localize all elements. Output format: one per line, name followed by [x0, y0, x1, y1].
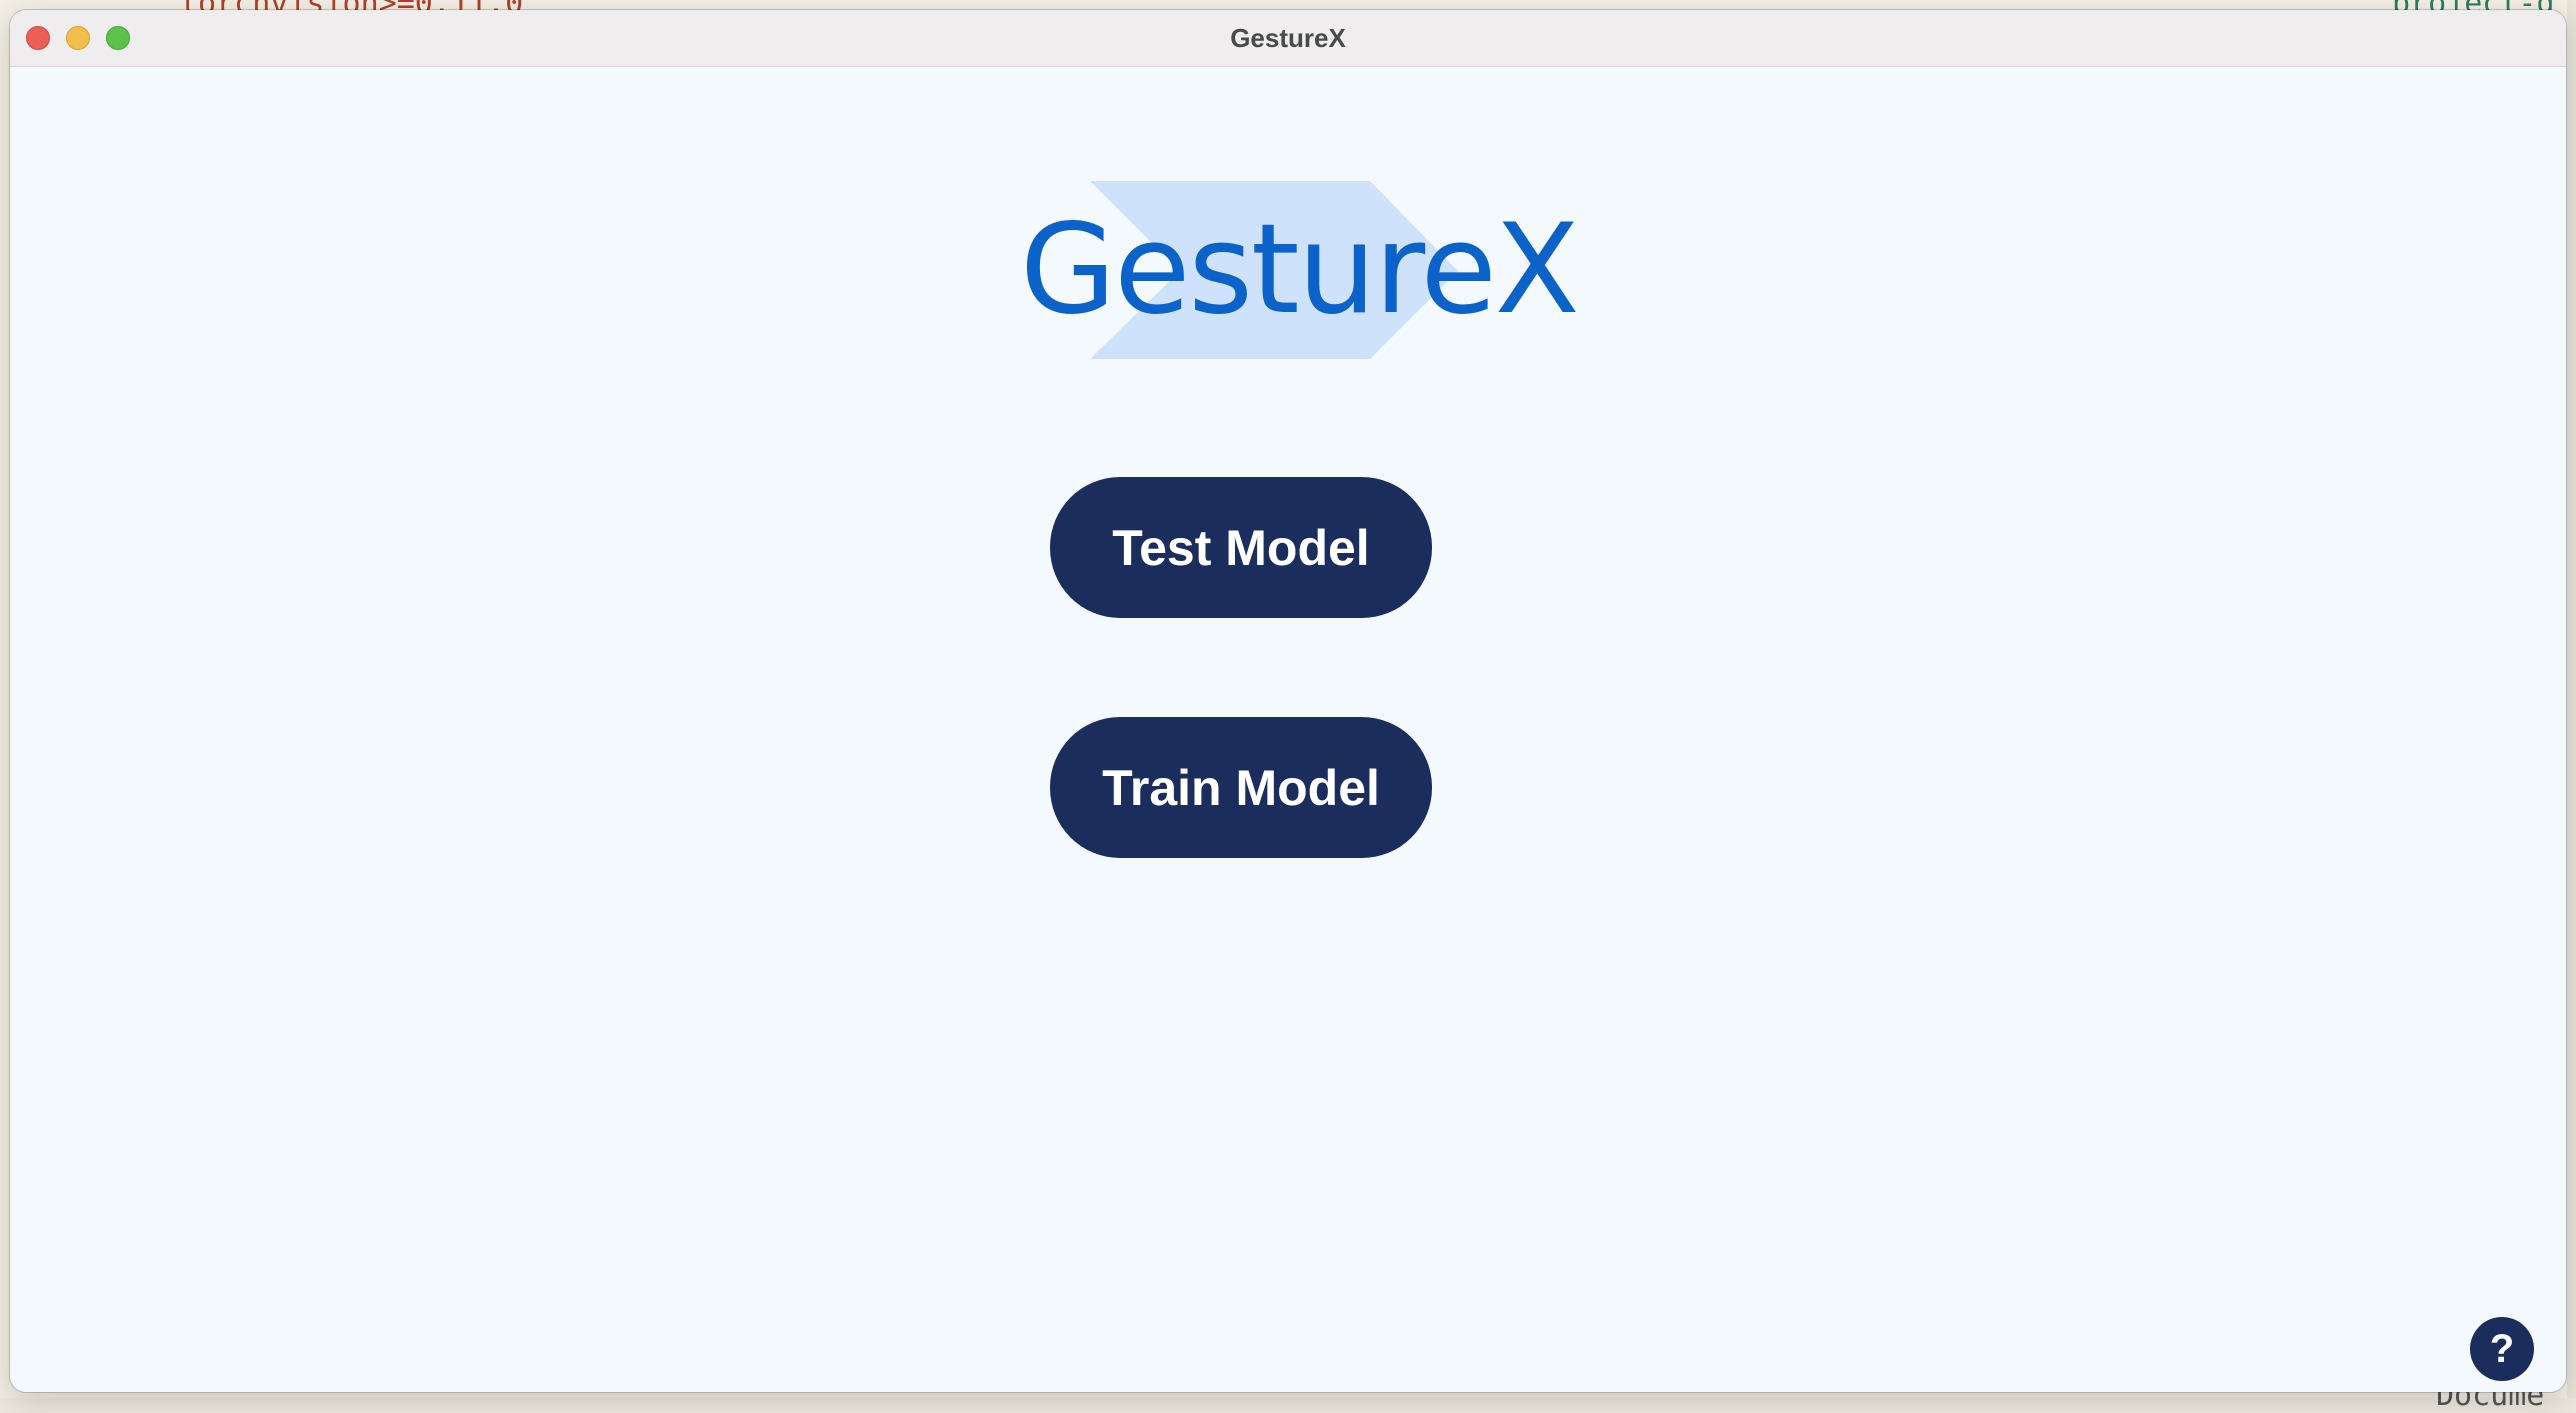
window-title: GestureX	[1230, 23, 1346, 53]
title-bar[interactable]: GestureX	[10, 10, 2566, 67]
main-content: GestureX Test Model Train Model ?	[10, 67, 2566, 1392]
train-model-button[interactable]: Train Model	[1050, 717, 1432, 858]
app-window: GestureX GestureX Test Model Train Model…	[10, 10, 2566, 1392]
test-model-button[interactable]: Test Model	[1050, 477, 1432, 618]
help-button[interactable]: ?	[2470, 1317, 2534, 1381]
logo-text: GestureX	[1020, 198, 1580, 342]
app-logo: GestureX	[1020, 175, 1580, 365]
background-scroll-strip	[2567, 0, 2576, 1398]
